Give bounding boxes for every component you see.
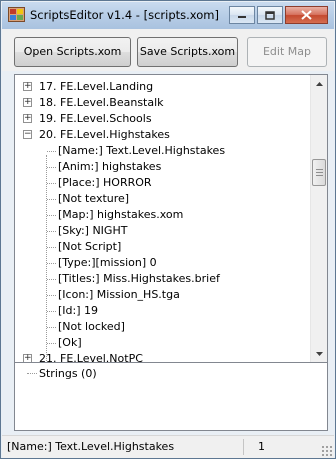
- tree-child-label[interactable]: [Name:] Text.Level.Highstakes: [58, 143, 225, 159]
- tree-child-item[interactable]: [Not locked]: [15, 319, 311, 335]
- maximize-icon: [265, 10, 275, 20]
- tree-branch-line: [47, 231, 56, 232]
- tree-branch-line: [47, 183, 56, 184]
- grip-line: [316, 175, 323, 176]
- tree-child-item[interactable]: [Type:][mission] 0: [15, 255, 311, 271]
- arrow-up-icon: [316, 81, 323, 86]
- tree-child-item[interactable]: [Titles:] Miss.Highstakes.brief: [15, 271, 311, 287]
- tree-child-item[interactable]: [Icon:] Mission_HS.tga: [15, 287, 311, 303]
- tree-child-item[interactable]: [Map:] highstakes.xom: [15, 207, 311, 223]
- tree-node-label[interactable]: 17. FE.Level.Landing: [39, 79, 153, 95]
- tree-branch-line: [27, 373, 37, 374]
- toolbar: Open Scripts.xom Save Scripts.xom Edit M…: [2, 29, 334, 71]
- tree-child-label[interactable]: [Sky:] NIGHT: [58, 223, 127, 239]
- tree-child-item[interactable]: [Name:] Text.Level.Highstakes: [15, 143, 311, 159]
- grip-line: [316, 172, 323, 173]
- tree-branch-line: [47, 247, 56, 248]
- arrow-down-icon: [316, 351, 323, 356]
- tree-child-label[interactable]: [Ok]: [58, 335, 82, 351]
- tree-child-item[interactable]: [Place:] HORROR: [15, 175, 311, 191]
- tree-content: + 17. FE.Level.Landing + 18. FE.Level.Be…: [15, 79, 311, 362]
- tree-child-label[interactable]: [Map:] highstakes.xom: [58, 207, 183, 223]
- tree-node-expanded[interactable]: − 20. FE.Level.Highstakes: [15, 127, 311, 143]
- tree-node-label[interactable]: 20. FE.Level.Highstakes: [39, 127, 170, 143]
- scroll-thumb[interactable]: [312, 159, 326, 186]
- scripts-tree-view[interactable]: + 17. FE.Level.Landing + 18. FE.Level.Be…: [14, 74, 328, 363]
- scroll-down-button[interactable]: [311, 345, 327, 362]
- tree-node-label[interactable]: 18. FE.Level.Beanstalk: [39, 95, 164, 111]
- caption-buttons: [229, 6, 328, 24]
- status-bar: [Name:] Text.Level.Highstakes 1: [2, 435, 334, 458]
- minimize-icon: [238, 16, 246, 18]
- tree-child-label[interactable]: [Titles:] Miss.Highstakes.brief: [58, 271, 220, 287]
- expand-icon[interactable]: +: [23, 82, 32, 91]
- open-scripts-button[interactable]: Open Scripts.xom: [14, 37, 131, 67]
- expand-icon[interactable]: +: [23, 354, 32, 362]
- app-icon: [8, 7, 25, 22]
- tree-child-item[interactable]: [Sky:] NIGHT: [15, 223, 311, 239]
- expand-icon[interactable]: +: [23, 114, 32, 123]
- strings-node-label[interactable]: Strings (0): [39, 366, 97, 382]
- window-title: ScriptsEditor v1.4 - [scripts.xom]: [30, 8, 219, 22]
- maximize-button[interactable]: [257, 6, 283, 24]
- tree-node[interactable]: + 19. FE.Level.Schools: [15, 111, 311, 127]
- scroll-up-button[interactable]: [311, 75, 327, 92]
- minimize-button[interactable]: [229, 6, 255, 24]
- tree-child-item[interactable]: [Ok]: [15, 335, 311, 351]
- scripts-editor-window: ScriptsEditor v1.4 - [scripts.xom] Open …: [0, 0, 336, 459]
- close-button[interactable]: [285, 6, 328, 24]
- expand-icon[interactable]: +: [23, 98, 32, 107]
- tree-branch-line: [47, 167, 56, 168]
- tree-branch-line: [47, 199, 56, 200]
- tree-branch-line: [47, 311, 56, 312]
- tree-node[interactable]: + 21. FE.Level.NotPC: [15, 351, 311, 362]
- tree-child-item[interactable]: [Not Script]: [15, 239, 311, 255]
- status-selected-item: [Name:] Text.Level.Highstakes: [7, 440, 175, 453]
- tree-child-label[interactable]: [Id:] 19: [58, 303, 98, 319]
- save-scripts-button[interactable]: Save Scripts.xom: [137, 37, 238, 67]
- tree-child-label[interactable]: [Not Script]: [58, 239, 121, 255]
- tree-node-label[interactable]: 21. FE.Level.NotPC: [39, 351, 143, 362]
- vertical-scrollbar[interactable]: [310, 75, 327, 362]
- tree-branch-line: [47, 215, 56, 216]
- tree-node[interactable]: + 17. FE.Level.Landing: [15, 79, 311, 95]
- tree-node-label[interactable]: 19. FE.Level.Schools: [39, 111, 152, 127]
- collapse-icon[interactable]: −: [23, 130, 32, 139]
- tree-branch-line: [47, 327, 56, 328]
- tree-child-item[interactable]: [Id:] 19: [15, 303, 311, 319]
- tree-child-label[interactable]: [Type:][mission] 0: [58, 255, 157, 271]
- tree-branch-line: [47, 279, 56, 280]
- tree-child-label[interactable]: [Not locked]: [58, 319, 125, 335]
- tree-node[interactable]: + 18. FE.Level.Beanstalk: [15, 95, 311, 111]
- strings-tree-view[interactable]: Strings (0): [14, 363, 328, 431]
- grip-line: [316, 169, 323, 170]
- status-count: 1: [258, 440, 265, 453]
- resize-grip[interactable]: [321, 445, 332, 456]
- tree-child-item[interactable]: [Anim:] highstakes: [15, 159, 311, 175]
- tree-branch-line: [47, 343, 56, 344]
- tree-child-label[interactable]: [Icon:] Mission_HS.tga: [58, 287, 180, 303]
- status-separator: [243, 439, 244, 455]
- edit-map-button: Edit Map: [247, 37, 327, 67]
- tree-child-label[interactable]: [Not texture]: [58, 191, 129, 207]
- title-bar[interactable]: ScriptsEditor v1.4 - [scripts.xom]: [2, 2, 334, 29]
- tree-branch-line: [47, 151, 56, 152]
- tree-child-item[interactable]: [Not texture]: [15, 191, 311, 207]
- tree-branch-line: [47, 263, 56, 264]
- close-icon: [301, 10, 312, 20]
- tree-child-label[interactable]: [Anim:] highstakes: [58, 159, 161, 175]
- tree-branch-line: [47, 295, 56, 296]
- tree-child-label[interactable]: [Place:] HORROR: [58, 175, 152, 191]
